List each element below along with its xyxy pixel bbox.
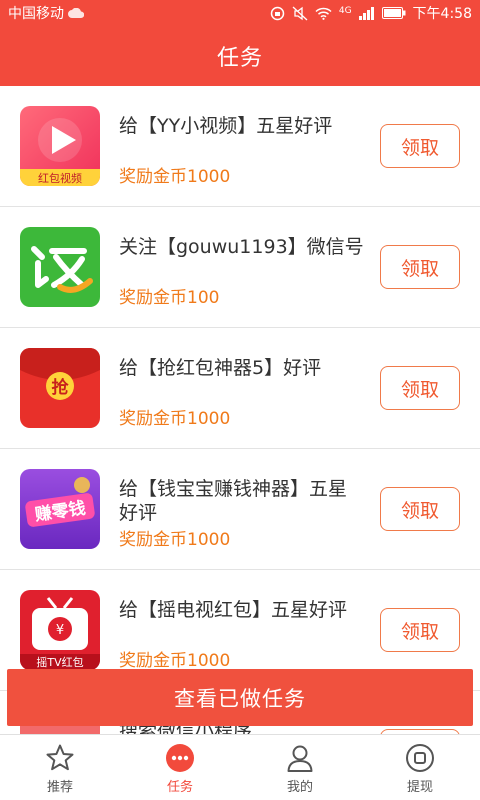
task-item: 关注【gouwu1193】微信号 奖励金币100 领取 — [0, 207, 480, 328]
task-reward: 奖励金币100 — [119, 283, 220, 308]
claim-button[interactable]: 领取 — [380, 245, 460, 289]
view-completed-tasks-label: 查看已做任务 — [174, 686, 306, 711]
carrier: 中国移动 — [8, 3, 84, 23]
red-envelope-caption: 抢 — [52, 377, 70, 398]
video-app-caption: 红包视频 — [38, 171, 82, 185]
task-reward: 奖励金币1000 — [119, 404, 231, 429]
svg-text:¥: ¥ — [56, 623, 64, 638]
task-item: 抢 给【抢红包神器5】好评 奖励金币1000 领取 — [0, 328, 480, 449]
red-envelope-app-icon: 抢 — [20, 348, 100, 428]
task-title: 给【摇电视红包】五星好评 — [119, 599, 348, 621]
clock: 下午4:58 — [412, 6, 472, 22]
cloud-icon — [68, 8, 84, 18]
task-title: 给【抢红包神器5】好评 — [119, 357, 322, 379]
video-app-icon: 红包视频 — [20, 106, 100, 186]
view-completed-tasks-button[interactable]: 查看已做任务 — [7, 669, 473, 726]
task-title: 关注【gouwu1193】微信号 — [119, 236, 364, 258]
tab-label: 任务 — [166, 780, 193, 795]
page-title: 任务 — [216, 46, 263, 71]
tab-tasks[interactable]: 任务 — [120, 735, 240, 800]
carrier-label: 中国移动 — [8, 6, 64, 22]
tab-label: 提现 — [406, 780, 433, 795]
battery-icon — [381, 7, 406, 19]
wifi-icon — [315, 7, 332, 20]
claim-button[interactable]: 领取 — [380, 487, 460, 531]
task-reward: 奖励金币1000 — [119, 646, 231, 671]
task-item: 赚零钱 给【钱宝宝赚钱神器】五星好评 奖励金币1000 领取 — [0, 449, 480, 570]
tv-app-caption: 摇TV红包 — [36, 655, 83, 669]
money-app-icon: 赚零钱 — [20, 469, 100, 549]
bottom-tab-bar: 推荐 任务 我的 提现 — [0, 734, 480, 800]
task-title: 给【YY小视频】五星好评 — [119, 115, 333, 137]
task-reward: 奖励金币1000 — [119, 162, 231, 187]
tab-recommend[interactable]: 推荐 — [0, 735, 120, 800]
claim-button[interactable]: 领取 — [380, 124, 460, 168]
tab-label: 我的 — [286, 780, 313, 795]
person-icon — [287, 745, 313, 772]
network-type: 4G — [338, 6, 352, 16]
mute-icon — [292, 6, 308, 20]
tv-red-envelope-app-icon: ¥ 摇TV红包 — [20, 590, 100, 670]
tab-mine[interactable]: 我的 — [240, 735, 360, 800]
tab-label: 推荐 — [46, 780, 73, 795]
task-item: 红包视频 给【YY小视频】五星好评 奖励金币1000 领取 — [0, 86, 480, 207]
claim-button[interactable]: 领取 — [380, 608, 460, 652]
status-bar: 中国移动 4G 下午4:58 — [0, 0, 480, 26]
task-reward: 奖励金币1000 — [119, 525, 231, 550]
more-dots-icon — [166, 744, 194, 772]
claim-button[interactable]: 领取 — [380, 366, 460, 410]
rebate-app-icon — [20, 227, 100, 307]
signal-icon — [358, 6, 374, 20]
task-title: 给【钱宝宝赚钱神器】五星好评 — [119, 478, 348, 524]
task-list[interactable]: 红包视频 给【YY小视频】五星好评 奖励金币1000 领取 关注【gouwu11… — [0, 86, 480, 734]
withdraw-icon — [406, 744, 434, 772]
rotation-lock-icon — [270, 6, 285, 20]
status-icons: 4G 下午4:58 — [270, 3, 472, 23]
title-bar: 任务 — [0, 26, 480, 86]
star-icon — [46, 744, 74, 771]
tab-withdraw[interactable]: 提现 — [360, 735, 480, 800]
